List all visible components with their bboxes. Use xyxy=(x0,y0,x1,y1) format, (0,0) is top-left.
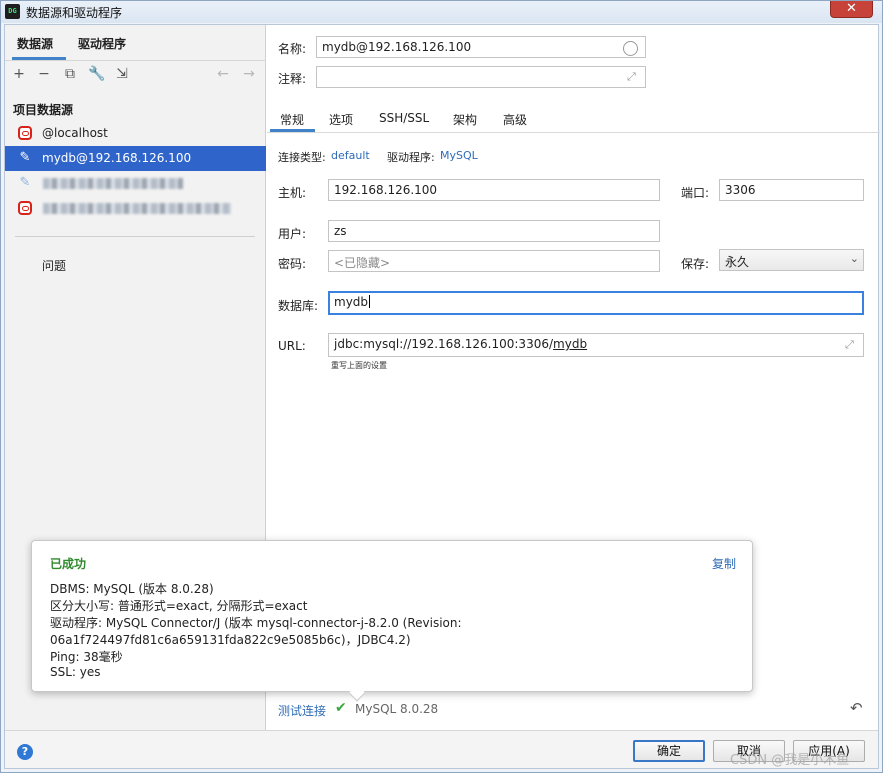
popup-line-driver: 驱动程序: MySQL Connector/J (版本 mysql-connec… xyxy=(50,616,462,630)
divider xyxy=(267,132,880,133)
test-connection-link[interactable]: 测试连接 xyxy=(278,702,326,719)
problems-item[interactable]: 问题 xyxy=(42,257,66,274)
tab-drivers[interactable]: 驱动程序 xyxy=(78,35,126,52)
datasource-item-mydb[interactable]: ✎ mydb@192.168.126.100 xyxy=(5,146,266,171)
name-input[interactable]: mydb@192.168.126.100 xyxy=(316,36,646,58)
popup-line-ping: Ping: 38毫秒 xyxy=(50,650,123,664)
host-input[interactable]: 192.168.126.100 xyxy=(328,179,660,201)
close-button[interactable]: ✕ xyxy=(830,1,873,18)
url-input[interactable]: jdbc:mysql://192.168.126.100:3306/mydb ⤢ xyxy=(328,333,864,357)
tab-datasources[interactable]: 数据源 xyxy=(17,35,53,52)
tab-options[interactable]: 选项 xyxy=(329,111,353,128)
comment-input[interactable]: ⤢ xyxy=(316,66,646,88)
color-circle-icon[interactable] xyxy=(623,41,638,56)
popup-pointer xyxy=(348,684,366,702)
dialog-window: DG 数据源和驱动程序 ✕ 数据源 驱动程序 + − ⧉ 🔧 ⇲ ← → 项目数… xyxy=(0,0,883,773)
divider xyxy=(5,60,266,61)
redacted-label xyxy=(43,178,183,189)
popup-line-ssl: SSL: yes xyxy=(50,665,101,679)
text-caret xyxy=(369,295,371,308)
port-input[interactable]: 3306 xyxy=(719,179,864,201)
user-label: 用户: xyxy=(278,227,307,241)
oracle-icon xyxy=(18,201,32,215)
help-icon[interactable]: ? xyxy=(17,744,33,760)
tab-general[interactable]: 常规 xyxy=(280,111,304,128)
remove-icon[interactable]: − xyxy=(36,66,52,82)
database-label: 数据库: xyxy=(278,299,319,313)
back-arrow-icon[interactable]: ← xyxy=(215,66,231,82)
tab-schemas[interactable]: 架构 xyxy=(453,111,477,128)
add-icon[interactable]: + xyxy=(11,66,27,82)
name-label: 名称: xyxy=(278,42,307,56)
save-label: 保存: xyxy=(681,257,710,271)
host-label: 主机: xyxy=(278,186,307,200)
datasource-label: mydb@192.168.126.100 xyxy=(42,151,192,165)
save-dropdown[interactable]: 永久 ⌄ xyxy=(719,249,864,271)
datasource-label: @localhost xyxy=(42,126,108,140)
driver-link[interactable]: MySQL xyxy=(440,149,478,162)
forward-arrow-icon[interactable]: → xyxy=(241,66,257,82)
popup-line-dbms: DBMS: MySQL (版本 8.0.28) xyxy=(50,582,214,596)
dialog-client-area: 数据源 驱动程序 + − ⧉ 🔧 ⇲ ← → 项目数据源 @localhost … xyxy=(4,24,880,769)
ok-button[interactable]: 确定 xyxy=(633,740,705,762)
copy-link[interactable]: 复制 xyxy=(712,555,736,572)
window-title: 数据源和驱动程序 xyxy=(26,6,123,20)
duplicate-icon[interactable]: ⧉ xyxy=(62,66,78,82)
popup-line-revision: 06a1f724497fd81c6a659131fda822c9e5085b6c… xyxy=(50,633,411,647)
test-result-version: MySQL 8.0.28 xyxy=(355,702,439,716)
divider xyxy=(15,236,255,237)
expand-icon[interactable]: ⤢ xyxy=(845,338,854,352)
revert-icon[interactable]: ↶ xyxy=(850,699,863,717)
wrench-icon[interactable]: 🔧 xyxy=(88,66,105,82)
datasource-item-blurred[interactable]: ✎ xyxy=(5,171,266,196)
password-label: 密码: xyxy=(278,257,307,271)
datagrip-app-icon: DG xyxy=(5,4,20,19)
password-input[interactable]: <已隐藏> xyxy=(328,250,660,272)
url-label: URL: xyxy=(278,339,306,353)
expand-icon[interactable]: ⤢ xyxy=(627,70,636,84)
popup-line-case: 区分大小写: 普通形式=exact, 分隔形式=exact xyxy=(50,599,308,613)
database-input[interactable]: mydb xyxy=(328,291,864,315)
test-connection-popup: 已成功 复制 DBMS: MySQL (版本 8.0.28) 区分大小写: 普通… xyxy=(31,540,753,702)
chevron-down-icon: ⌄ xyxy=(849,252,859,265)
url-database: mydb xyxy=(553,337,588,351)
watermark: CSDN @我是小木鱼 xyxy=(730,753,850,768)
save-value: 永久 xyxy=(725,255,750,269)
check-icon: ✔ xyxy=(335,700,347,716)
project-datasources-heading: 项目数据源 xyxy=(13,103,74,117)
driver-label: 驱动程序: xyxy=(387,151,435,164)
import-icon[interactable]: ⇲ xyxy=(114,66,130,82)
url-prefix: jdbc:mysql://192.168.126.100:3306/ xyxy=(334,337,554,351)
datasource-item-localhost[interactable]: @localhost xyxy=(5,121,266,146)
port-label: 端口: xyxy=(681,186,710,200)
oracle-icon xyxy=(18,126,32,140)
tab-advanced[interactable]: 高级 xyxy=(503,111,527,128)
popup-title: 已成功 xyxy=(50,557,87,571)
tab-ssh-ssl[interactable]: SSH/SSL xyxy=(379,111,429,125)
database-value: mydb xyxy=(334,295,369,309)
connection-type-link[interactable]: default xyxy=(331,149,370,162)
connection-type-label: 连接类型: xyxy=(278,151,326,164)
mysql-dolphin-icon: ✎ xyxy=(19,150,31,165)
redacted-label xyxy=(43,203,231,214)
title-bar[interactable]: DG 数据源和驱动程序 ✕ xyxy=(1,1,882,23)
name-value: mydb@192.168.126.100 xyxy=(322,40,472,54)
user-input[interactable]: zs xyxy=(328,220,660,242)
comment-label: 注释: xyxy=(278,72,307,86)
mysql-dolphin-icon: ✎ xyxy=(19,175,31,190)
url-override-hint: 重写上面的设置 xyxy=(331,361,387,370)
datasource-item-blurred[interactable] xyxy=(5,196,266,221)
